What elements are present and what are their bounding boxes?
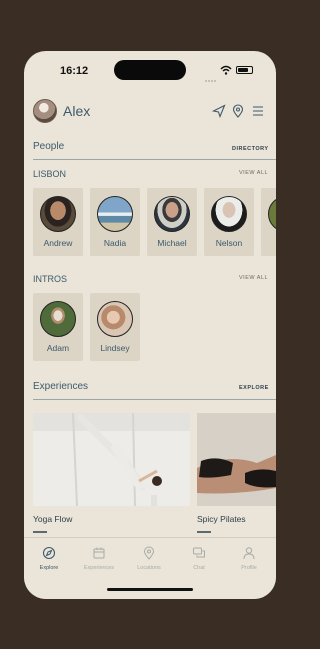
lisbon-view-all-link[interactable]: VIEW ALL <box>239 170 268 176</box>
send-icon[interactable] <box>212 104 226 118</box>
map-pin-icon <box>143 546 155 560</box>
experience-card-spicy-pilates[interactable] <box>197 413 276 506</box>
avatar <box>211 196 247 232</box>
person-name: Adam <box>46 343 70 353</box>
person-card-partial[interactable]: Sa <box>261 188 276 256</box>
tab-chat[interactable]: Chat <box>174 546 224 571</box>
tab-explore[interactable]: Explore <box>24 546 74 571</box>
person-name: Sa <box>261 238 276 248</box>
person-card-adam[interactable]: Adam <box>33 293 83 361</box>
wifi-icon <box>220 65 232 75</box>
person-card-andrew[interactable]: Andrew <box>33 188 83 256</box>
battery-icon <box>236 66 253 74</box>
yoga-photo <box>33 413 190 506</box>
tab-label: Experiences <box>83 565 115 571</box>
calendar-icon <box>93 547 105 559</box>
tab-label: Chat <box>193 565 205 571</box>
person-name: Nelson <box>215 238 243 248</box>
status-time: 16:12 <box>60 65 89 77</box>
username: Alex <box>63 103 91 119</box>
experience-subtext <box>197 531 211 533</box>
tab-label: Profile <box>241 565 257 571</box>
experience-title: Yoga Flow <box>33 514 73 524</box>
person-name: Nadia <box>103 238 127 248</box>
experience-subtext <box>33 531 47 533</box>
compass-icon <box>42 546 56 560</box>
people-section-title: People <box>33 141 65 152</box>
avatar <box>97 196 133 232</box>
tab-profile[interactable]: Profile <box>224 546 274 571</box>
people-divider <box>33 159 276 160</box>
person-card-lindsey[interactable]: Lindsey <box>90 293 140 361</box>
explore-link[interactable]: EXPLORE <box>239 385 269 391</box>
tab-label: Locations <box>137 565 161 571</box>
intros-title: INTROS <box>33 274 68 284</box>
person-card-nelson[interactable]: Nelson <box>204 188 254 256</box>
experiences-divider <box>33 399 276 400</box>
user-avatar[interactable] <box>33 99 57 123</box>
location-pin-icon[interactable] <box>231 104 245 118</box>
tab-label: Explore <box>39 565 59 571</box>
phone-screen: 16:12 Alex People DIRECTORY LISBON VIEW … <box>24 51 276 599</box>
person-card-michael[interactable]: Michael <box>147 188 197 256</box>
lisbon-title: LISBON <box>33 169 67 179</box>
avatar <box>97 301 133 337</box>
intros-view-all-link[interactable]: VIEW ALL <box>239 275 268 281</box>
person-card-nadia[interactable]: Nadia <box>90 188 140 256</box>
avatar <box>154 196 190 232</box>
person-name: Michael <box>157 238 187 248</box>
dynamic-island <box>114 60 186 80</box>
home-indicator[interactable] <box>107 588 193 591</box>
directory-link[interactable]: DIRECTORY <box>232 146 269 152</box>
tab-locations[interactable]: Locations <box>124 546 174 571</box>
person-name: Lindsey <box>100 343 130 353</box>
person-icon <box>243 547 255 560</box>
avatar <box>40 301 76 337</box>
avatar <box>40 196 76 232</box>
person-name: Andrew <box>43 238 73 248</box>
avatar <box>268 196 276 232</box>
signal-icon <box>205 69 217 87</box>
app-header: Alex <box>24 97 276 127</box>
experiences-section-title: Experiences <box>33 381 89 392</box>
experience-card-yoga-flow[interactable] <box>33 413 190 506</box>
status-bar: 16:12 <box>24 51 276 87</box>
menu-icon[interactable] <box>251 104 265 118</box>
pilates-photo <box>197 413 276 506</box>
tab-experiences[interactable]: Experiences <box>74 546 124 571</box>
experience-title: Spicy Pilates <box>197 514 246 524</box>
chat-icon <box>193 547 205 558</box>
